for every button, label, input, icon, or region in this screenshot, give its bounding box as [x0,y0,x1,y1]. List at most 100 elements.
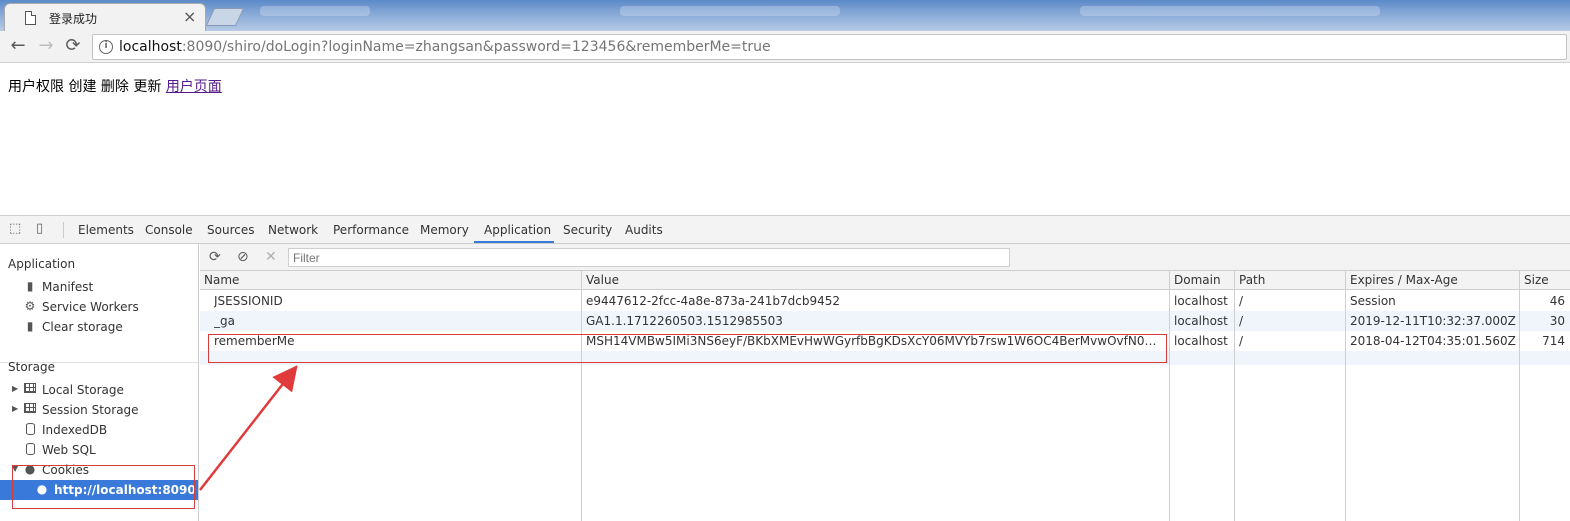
cookie-expires: 2018-04-12T04:35:01.560Z [1350,334,1516,348]
sidebar-item-label: Manifest [42,280,94,294]
expand-triangle-icon[interactable]: ▶ [12,404,18,413]
table-row[interactable]: _ga GA1.1.1712260503.1512985503 localhos… [200,311,1570,331]
cookie-domain: localhost [1174,314,1228,328]
filter-input[interactable] [288,248,1010,267]
sidebar-item-manifest[interactable]: ▮ Manifest [0,277,198,297]
cookie-table: Name Value Domain Path Expires / Max-Age… [200,271,1570,521]
sidebar-item-label: Service Workers [42,300,139,314]
forward-arrow-icon[interactable]: → [36,36,56,56]
sidebar-item-web-sql[interactable]: Web SQL [0,440,198,460]
browser-tab-strip: 登录成功 × [0,0,1570,31]
tab-title: 登录成功 [49,12,98,26]
create-text: 创建 [68,79,97,95]
tab-audits[interactable]: Audits [625,223,663,237]
cookie-toolbar: ⟳ ⊘ ✕ [200,244,1570,271]
table-row[interactable]: JSESSIONID e9447612-2fcc-4a8e-873a-241b7… [200,291,1570,311]
blurred-tab-region [620,6,840,16]
column-divider[interactable] [1234,271,1235,521]
grid-icon [24,403,36,416]
url-path: :8090/shiro/doLogin?loginName=zhangsan&p… [181,39,771,55]
browser-toolbar: ← → ⟳ i localhost:8090/shiro/doLogin?log… [0,31,1570,63]
clear-all-icon[interactable]: ⊘ [237,249,249,265]
sidebar-item-session-storage[interactable]: ▶ Session Storage [0,400,198,420]
tab-sources[interactable]: Sources [207,223,254,237]
sidebar-item-label: Local Storage [42,383,124,397]
reload-icon[interactable]: ⟳ [63,36,83,56]
info-icon[interactable]: i [99,40,113,54]
blurred-tab-region [1080,6,1380,16]
page-content: 用户权限 创建 删除 更新 用户页面 [8,76,222,96]
url-host: localhost [119,39,182,55]
tab-elements[interactable]: Elements [78,223,134,237]
column-header-value[interactable]: Value [582,271,1169,290]
user-page-link[interactable]: 用户页面 [166,79,222,95]
delete-text: 删除 [100,79,129,95]
blurred-tab-region [260,6,370,16]
url-text: localhost:8090/shiro/doLogin?loginName=z… [119,39,771,55]
column-divider[interactable] [1519,271,1520,521]
sidebar-item-local-storage[interactable]: ▶ Local Storage [0,380,198,400]
column-header-name[interactable]: Name [200,271,581,290]
column-header-expires[interactable]: Expires / Max-Age [1346,271,1519,290]
column-divider[interactable] [1345,271,1346,521]
cookie-size: 46 [1549,294,1565,308]
tab-console[interactable]: Console [145,223,193,237]
new-tab-button[interactable] [205,8,245,26]
sidebar-item-clear-storage[interactable]: ▮ Clear storage [0,317,198,337]
database-icon [24,443,36,456]
tab-memory[interactable]: Memory [420,223,469,237]
annotation-highlight-cookies [12,465,195,509]
expand-triangle-icon[interactable]: ▶ [12,384,18,393]
tab-network[interactable]: Network [268,223,318,237]
delete-selected-icon[interactable]: ✕ [265,249,277,265]
cookie-domain: localhost [1174,334,1228,348]
update-text: 更新 [133,79,162,95]
sidebar-item-indexeddb[interactable]: IndexedDB [0,420,198,440]
sidebar-item-service-workers[interactable]: ⚙ Service Workers [0,297,198,317]
column-divider[interactable] [581,271,582,521]
divider [63,222,64,238]
cookie-name: JSESSIONID [214,294,283,308]
sidebar-item-label: IndexedDB [42,423,108,437]
cookie-value: GA1.1.1712260503.1512985503 [586,314,783,328]
column-header-domain[interactable]: Domain [1170,271,1234,290]
gear-icon: ⚙ [24,299,36,313]
sidebar-item-label: Web SQL [42,443,96,457]
active-tab-indicator [474,241,554,243]
device-toolbar-icon[interactable]: ▯ [36,222,50,236]
tab-security[interactable]: Security [563,223,612,237]
cookie-path: / [1239,314,1244,328]
database-icon [24,423,36,436]
tab-application[interactable]: Application [484,223,551,237]
column-header-size[interactable]: Size [1520,271,1570,290]
section-storage: Storage [8,360,55,374]
file-icon: ▮ [26,279,34,293]
sidebar-item-label: Session Storage [42,403,139,417]
tab-performance[interactable]: Performance [333,223,409,237]
cookie-size: 714 [1542,334,1565,348]
grid-icon [24,383,36,396]
trash-icon: ▮ [26,319,34,333]
cookie-value: e9447612-2fcc-4a8e-873a-241b7dcb9452 [586,294,840,308]
cookie-expires: Session [1350,294,1396,308]
cookie-path: / [1239,334,1244,348]
refresh-icon[interactable]: ⟳ [209,249,221,265]
browser-tab-active[interactable]: 登录成功 × [4,3,206,31]
cookie-size: 30 [1549,314,1565,328]
column-header-path[interactable]: Path [1235,271,1345,290]
devtools-panel: ⬚ ▯ Elements Console Sources Network Per… [0,215,1570,521]
address-bar[interactable]: i localhost:8090/shiro/doLogin?loginName… [92,34,1567,60]
devtools-tab-bar: ⬚ ▯ Elements Console Sources Network Per… [0,216,1570,244]
cookie-name: _ga [214,314,235,328]
section-application: Application [8,257,76,271]
tab-close-icon[interactable]: × [183,8,196,26]
annotation-highlight-rememberme [208,334,1167,363]
back-arrow-icon[interactable]: ← [8,36,28,56]
column-divider[interactable] [1169,271,1170,521]
permission-text: 用户权限 [8,79,64,95]
inspect-element-icon[interactable]: ⬚ [9,222,23,236]
page-icon [25,11,36,25]
cookie-domain: localhost [1174,294,1228,308]
cookie-path: / [1239,294,1244,308]
sidebar-item-label: Clear storage [42,320,123,334]
